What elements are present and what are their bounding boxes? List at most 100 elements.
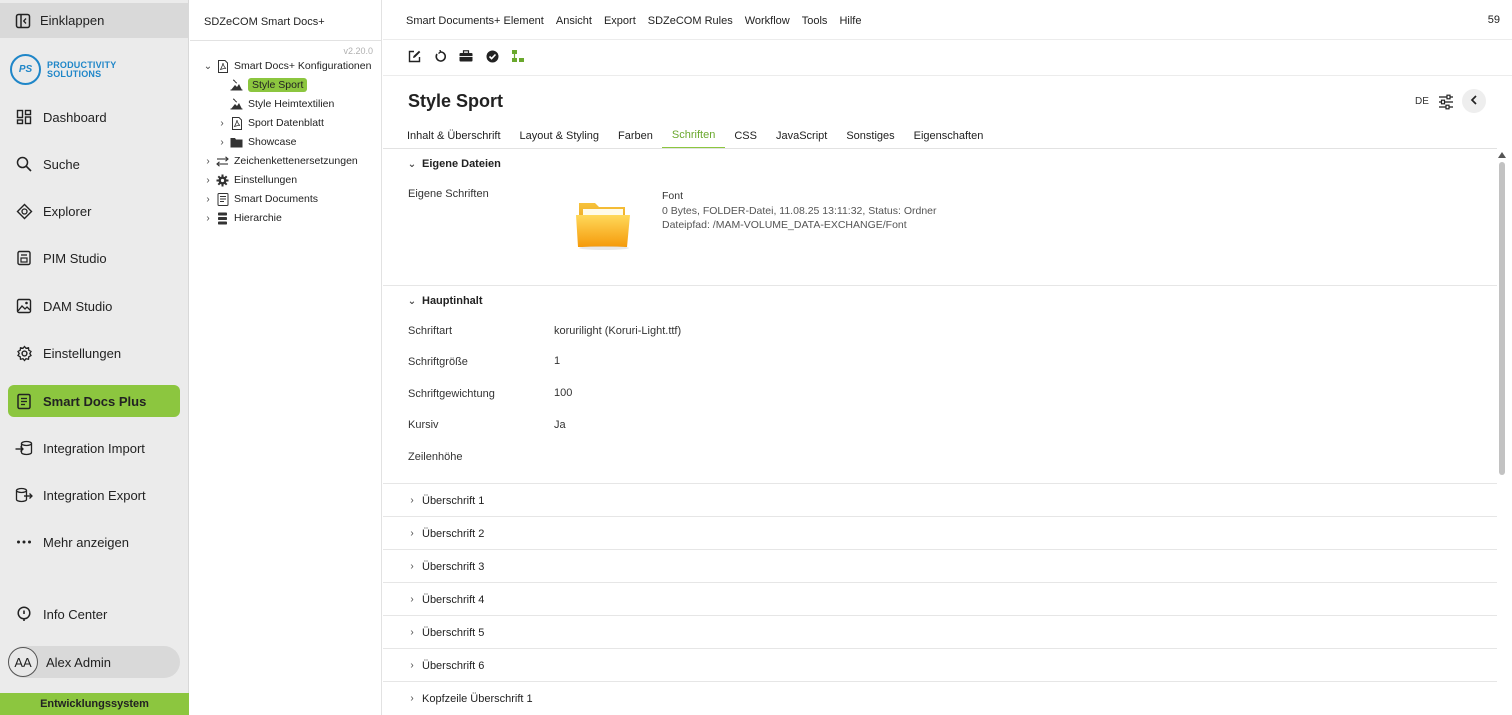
field-label: Eigene Schriften xyxy=(408,188,489,200)
section-eigene-dateien[interactable]: ⌄ Eigene Dateien xyxy=(406,158,501,170)
accordion-ueberschrift-2[interactable]: › Überschrift 2 xyxy=(406,517,484,550)
chevron-right-icon[interactable]: › xyxy=(202,213,214,224)
menu-item-element[interactable]: Smart Documents+ Element xyxy=(406,15,544,27)
nav-item-pim-studio[interactable]: PIM Studio xyxy=(8,242,180,274)
toolbar xyxy=(407,49,537,63)
tab-layout[interactable]: Layout & Styling xyxy=(520,124,600,149)
gear-icon xyxy=(15,344,33,362)
swap-icon xyxy=(216,155,229,168)
chevron-right-icon[interactable]: › xyxy=(216,137,228,148)
document-icon xyxy=(216,192,229,206)
accordion-title: Überschrift 6 xyxy=(422,659,485,672)
folder-icon xyxy=(230,136,243,149)
accordion-title: Kopfzeile Überschrift 1 xyxy=(422,692,533,705)
menu-item-rules[interactable]: SDZeCOM Rules xyxy=(648,15,733,27)
tab-schriften[interactable]: Schriften xyxy=(661,124,726,149)
nav-item-dashboard[interactable]: Dashboard xyxy=(8,101,180,133)
field-label-schriftart: Schriftart xyxy=(408,325,453,337)
menu-item-hilfe[interactable]: Hilfe xyxy=(839,15,861,27)
refresh-icon[interactable] xyxy=(433,49,447,63)
nav-label: PIM Studio xyxy=(43,250,107,266)
sidebar-collapse-icon xyxy=(15,13,31,29)
tab-sonstiges[interactable]: Sonstiges xyxy=(846,124,894,149)
accordion-kopfzeile-ueberschrift-1[interactable]: › Kopfzeile Überschrift 1 xyxy=(406,682,533,715)
tree-item-konfigurationen[interactable]: ⌄ Smart Docs+ Konfigurationen xyxy=(202,57,371,75)
tree-item-showcase[interactable]: › Showcase xyxy=(216,133,296,151)
chevron-right-icon[interactable]: › xyxy=(202,156,214,167)
menu-item-ansicht[interactable]: Ansicht xyxy=(556,15,592,27)
nav-item-explorer[interactable]: Explorer xyxy=(8,195,180,227)
nav-item-integration-export[interactable]: Integration Export xyxy=(8,479,180,511)
field-label-schriftgewichtung: Schriftgewichtung xyxy=(408,388,495,400)
nav-item-dam-studio[interactable]: DAM Studio xyxy=(8,290,180,322)
nav-label: DAM Studio xyxy=(43,298,113,314)
sliders-icon[interactable] xyxy=(1438,94,1454,110)
menu-item-tools[interactable]: Tools xyxy=(802,15,828,27)
style-icon xyxy=(230,79,243,92)
tree-item-einstellungen[interactable]: › Einstellungen xyxy=(202,171,297,189)
tree-item-zeichenkettenersetzungen[interactable]: › Zeichenkettenersetzungen xyxy=(202,152,357,170)
nav-item-suche[interactable]: Suche xyxy=(8,148,180,180)
language-selector[interactable]: DE xyxy=(1415,96,1429,107)
chevron-right-icon[interactable]: › xyxy=(202,194,214,205)
tree-item-label: Sport Datenblatt xyxy=(248,117,324,129)
accordion-ueberschrift-3[interactable]: › Überschrift 3 xyxy=(406,550,484,583)
tree-item-hierarchie[interactable]: › Hierarchie xyxy=(202,209,282,227)
chevron-down-icon[interactable]: ⌄ xyxy=(202,61,214,72)
tree-item-style-sport[interactable]: Style Sport xyxy=(230,76,308,94)
chevron-right-icon[interactable]: › xyxy=(216,118,228,129)
dashboard-icon xyxy=(15,108,33,126)
nav-label: Suche xyxy=(43,156,80,172)
nav-item-info-center[interactable]: Info Center xyxy=(8,598,180,630)
nav-item-smart-docs-plus[interactable]: Smart Docs Plus xyxy=(8,385,180,417)
import-icon xyxy=(15,439,33,457)
scrollbar[interactable] xyxy=(1497,150,1508,715)
accordion-title: Überschrift 1 xyxy=(422,494,485,507)
user-menu[interactable]: AA Alex Admin xyxy=(8,646,180,678)
tab-css[interactable]: CSS xyxy=(734,124,757,149)
search-icon xyxy=(15,155,33,173)
tab-javascript[interactable]: JavaScript xyxy=(776,124,827,149)
divider xyxy=(383,615,1497,616)
explorer-icon xyxy=(15,202,33,220)
tab-farben[interactable]: Farben xyxy=(618,124,653,149)
chevron-right-icon[interactable]: › xyxy=(202,175,214,186)
field-value-kursiv: Ja xyxy=(554,419,566,431)
nav-item-einstellungen[interactable]: Einstellungen xyxy=(8,337,180,369)
briefcase-icon[interactable] xyxy=(459,49,473,63)
tab-bar: Inhalt & Überschrift Layout & Styling Fa… xyxy=(407,124,1002,149)
section-hauptinhalt[interactable]: ⌄ Hauptinhalt xyxy=(406,295,483,307)
scroll-thumb[interactable] xyxy=(1499,162,1505,475)
notification-count[interactable]: 59 xyxy=(1488,14,1500,26)
menu-item-export[interactable]: Export xyxy=(604,15,636,27)
accordion-ueberschrift-4[interactable]: › Überschrift 4 xyxy=(406,583,484,616)
tree-item-smart-documents[interactable]: › Smart Documents xyxy=(202,190,318,208)
file-name[interactable]: Font xyxy=(662,190,683,202)
divider xyxy=(383,549,1497,550)
scroll-up-icon[interactable] xyxy=(1498,152,1506,158)
nav-label: Smart Docs Plus xyxy=(43,393,147,409)
folder-icon[interactable] xyxy=(575,197,633,251)
menu-item-workflow[interactable]: Workflow xyxy=(745,15,790,27)
nav-item-mehr-anzeigen[interactable]: Mehr anzeigen xyxy=(8,526,180,558)
accordion-title: Überschrift 2 xyxy=(422,527,485,540)
accordion-ueberschrift-6[interactable]: › Überschrift 6 xyxy=(406,649,484,682)
chevron-left-icon xyxy=(1470,92,1478,110)
version-label: v2.20.0 xyxy=(343,46,373,56)
hierarchy-icon[interactable] xyxy=(511,49,525,63)
chevron-down-icon: ⌄ xyxy=(407,158,417,170)
field-value-schriftgewichtung: 100 xyxy=(554,387,573,399)
collapse-panel-button[interactable] xyxy=(1462,89,1486,113)
tab-inhalt[interactable]: Inhalt & Überschrift xyxy=(407,124,501,149)
tree-item-sport-datenblatt[interactable]: › Sport Datenblatt xyxy=(216,114,324,132)
check-circle-icon[interactable] xyxy=(485,49,499,63)
accordion-ueberschrift-1[interactable]: › Überschrift 1 xyxy=(406,484,484,517)
nav-label: Einstellungen xyxy=(43,345,122,361)
accordion-ueberschrift-5[interactable]: › Überschrift 5 xyxy=(406,616,484,649)
tree-item-style-heimtextilien[interactable]: Style Heimtextilien xyxy=(230,95,334,113)
tab-eigenschaften[interactable]: Eigenschaften xyxy=(914,124,984,149)
chevron-down-icon: ⌄ xyxy=(407,295,417,307)
nav-item-integration-import[interactable]: Integration Import xyxy=(8,432,180,464)
edit-icon[interactable] xyxy=(407,49,421,63)
collapse-button[interactable]: Einklappen xyxy=(0,3,189,38)
